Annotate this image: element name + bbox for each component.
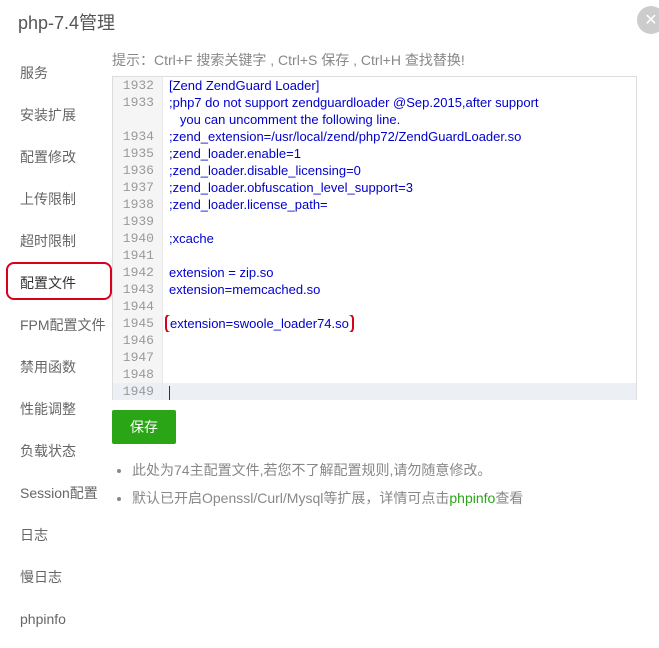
sidebar-item[interactable]: 服务 xyxy=(6,52,112,90)
phpinfo-link[interactable]: phpinfo xyxy=(449,490,495,506)
code-row: 1946 xyxy=(113,332,636,349)
code-editor[interactable]: 1932[Zend ZendGuard Loader]1933;php7 do … xyxy=(112,76,637,400)
sidebar-item[interactable]: 配置文件 xyxy=(6,262,112,300)
code-row: 1941 xyxy=(113,247,636,264)
code-row: 1939 xyxy=(113,213,636,230)
sidebar-item[interactable]: phpinfo xyxy=(6,598,112,636)
sidebar: 服务安装扩展配置修改上传限制超时限制配置文件 FPM配置文件禁用函数性能调整负载状… xyxy=(0,46,112,640)
sidebar-item[interactable]: 负载状态 xyxy=(6,430,112,468)
code-row: 1942extension = zip.so xyxy=(113,264,636,281)
code-row: 1934;zend_extension=/usr/local/zend/php7… xyxy=(113,128,636,145)
code-row: 1948 xyxy=(113,366,636,383)
code-row: 1940;xcache xyxy=(113,230,636,247)
page-title: php-7.4管理 xyxy=(0,0,659,46)
code-row: 1944 xyxy=(113,298,636,315)
sidebar-item[interactable]: 超时限制 xyxy=(6,220,112,258)
sidebar-item[interactable]: Session配置 xyxy=(6,472,112,510)
sidebar-item[interactable]: FPM配置文件 xyxy=(6,304,112,342)
sidebar-item[interactable]: 性能调整 xyxy=(6,388,112,426)
code-row: 1933;php7 do not support zendguardloader… xyxy=(113,94,636,111)
note-2: 默认已开启Openssl/Curl/Mysql等扩展，详情可点击phpinfo查… xyxy=(132,488,637,508)
sidebar-item[interactable]: 上传限制 xyxy=(6,178,112,216)
sidebar-item[interactable]: 慢日志 xyxy=(6,556,112,594)
code-row: 1938;zend_loader.license_path= xyxy=(113,196,636,213)
code-row: 1932[Zend ZendGuard Loader] xyxy=(113,77,636,94)
code-row: 1947 xyxy=(113,349,636,366)
sidebar-item[interactable]: 禁用函数 xyxy=(6,346,112,384)
sidebar-item[interactable]: 配置修改 xyxy=(6,136,112,174)
code-row: 1937;zend_loader.obfuscation_level_suppo… xyxy=(113,179,636,196)
sidebar-item[interactable]: 日志 xyxy=(6,514,112,552)
close-icon[interactable]: ✕ xyxy=(637,6,659,34)
save-button[interactable]: 保存 xyxy=(112,410,176,444)
code-row: 1935;zend_loader.enable=1 xyxy=(113,145,636,162)
code-row: 1949 xyxy=(113,383,636,400)
code-row: 1936;zend_loader.disable_licensing=0 xyxy=(113,162,636,179)
notes-section: 此处为74主配置文件,若您不了解配置规则,请勿随意修改。 默认已开启Openss… xyxy=(112,460,637,508)
sidebar-item[interactable]: 安装扩展 xyxy=(6,94,112,132)
code-row: 1943extension=memcached.so xyxy=(113,281,636,298)
hint-text: 提示：Ctrl+F 搜索关键字 , Ctrl+S 保存 , Ctrl+H 查找替… xyxy=(112,50,637,70)
code-row: 1945extension=swoole_loader74.so xyxy=(113,315,636,332)
note-1: 此处为74主配置文件,若您不了解配置规则,请勿随意修改。 xyxy=(132,460,637,480)
